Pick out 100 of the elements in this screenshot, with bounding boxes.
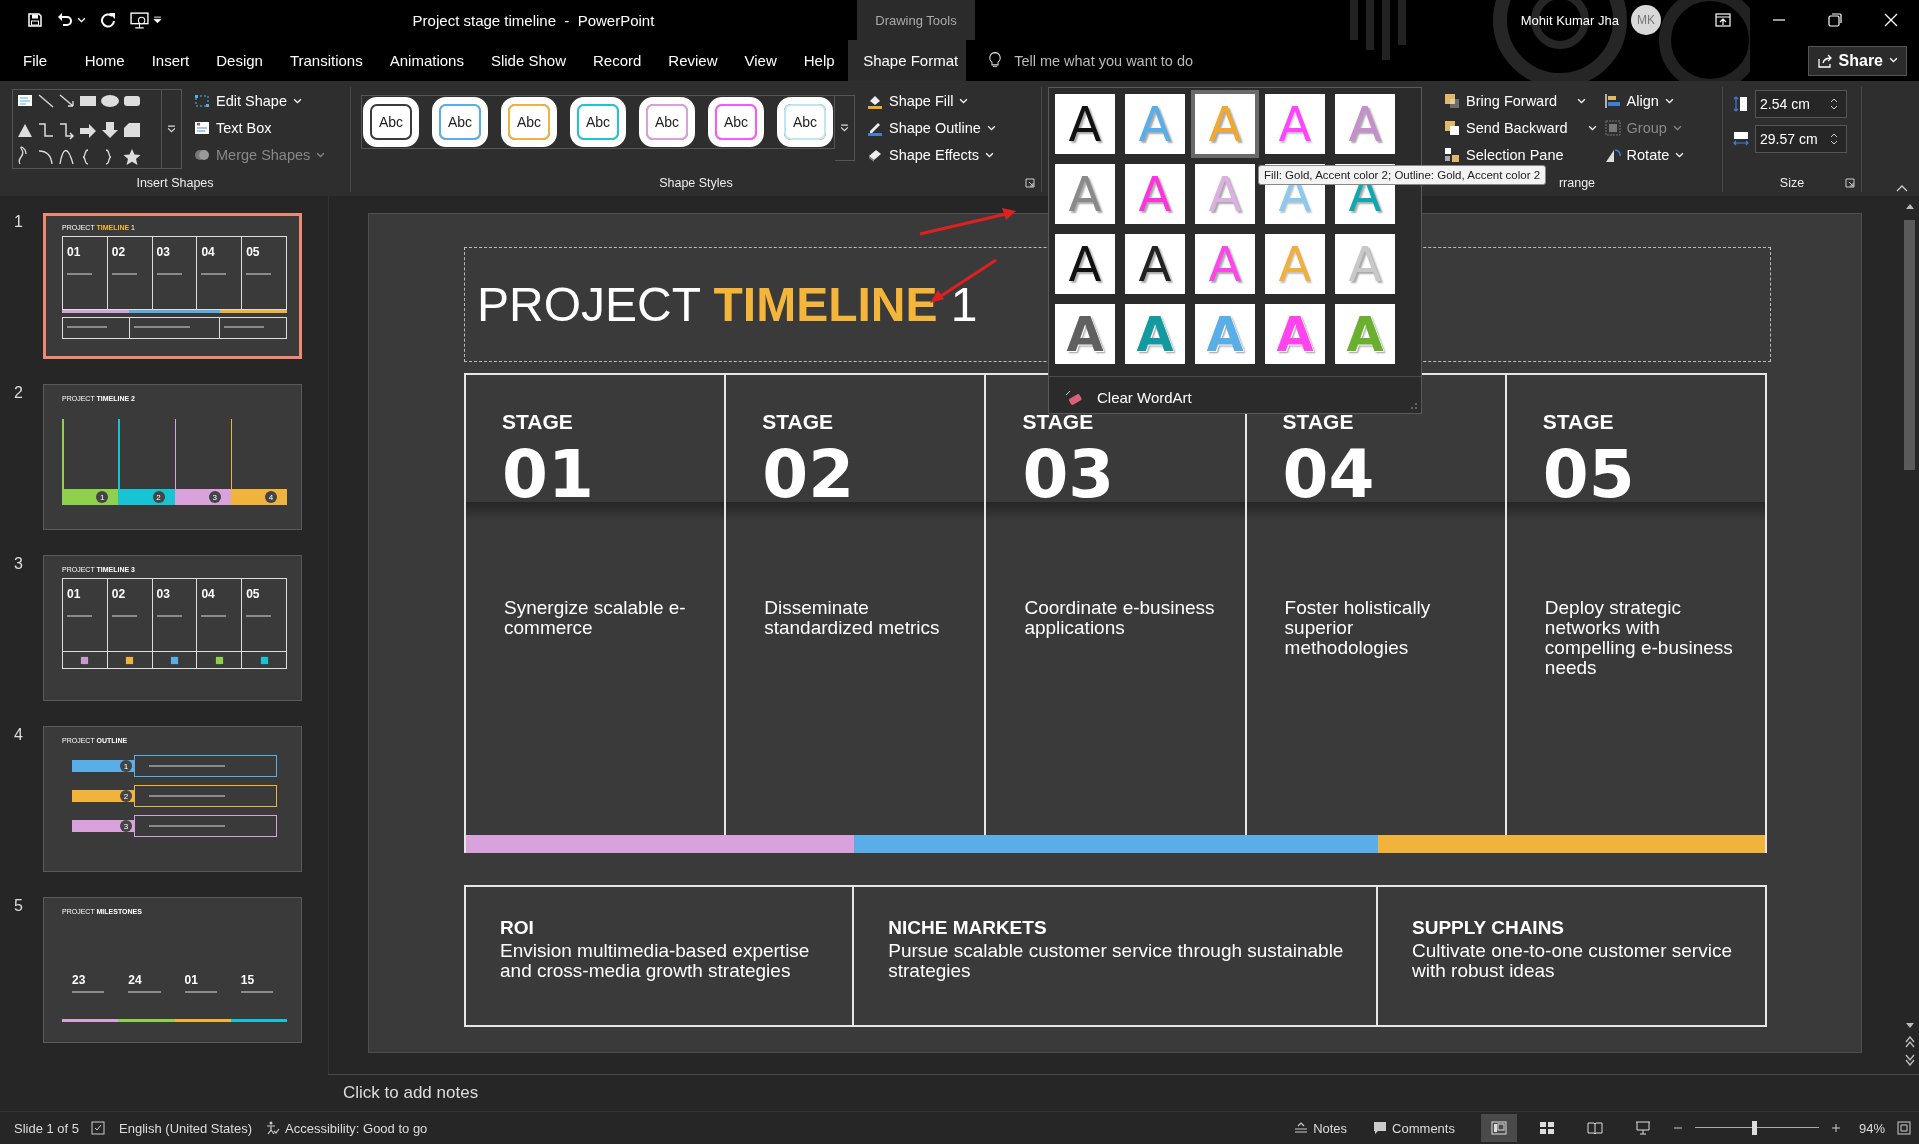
fit-to-window-icon[interactable] xyxy=(1897,1121,1911,1135)
caret-icon xyxy=(1577,96,1587,106)
ribbon-tab[interactable]: Review xyxy=(654,40,731,81)
view-button[interactable] xyxy=(1480,1114,1517,1142)
stage-number: 02 xyxy=(762,442,856,508)
spinner-arrows-icon xyxy=(1830,97,1838,111)
lightbulb-icon[interactable] xyxy=(988,51,1003,70)
dialog-launcher-icon[interactable] xyxy=(1025,178,1035,188)
accessibility-icon xyxy=(264,1120,280,1136)
caret-icon xyxy=(1889,56,1898,65)
height-field[interactable]: 2.54 cm xyxy=(1756,92,1830,116)
tell-me-search-field[interactable]: Tell me what you want to do xyxy=(1012,51,1317,70)
edit-points-icon xyxy=(194,93,210,109)
close-icon[interactable] xyxy=(1883,12,1899,28)
ribbon-command[interactable]: Send Backward xyxy=(1444,116,1597,140)
ribbon-tab[interactable]: Slide Show xyxy=(477,40,580,81)
stage-number: 04 xyxy=(201,245,216,259)
notes-icon xyxy=(1294,1121,1309,1135)
slide-title: PROJECT TIMELINE 1 xyxy=(477,277,978,332)
stage-number: 04 xyxy=(1282,442,1376,508)
pen-icon xyxy=(867,120,883,136)
more-icon xyxy=(167,124,176,134)
spelling-check-icon[interactable] xyxy=(91,1120,108,1136)
dialog-launcher-icon[interactable] xyxy=(1845,178,1855,188)
scroll-up-icon[interactable] xyxy=(1904,202,1915,210)
ribbon-command[interactable]: Align xyxy=(1604,89,1685,113)
ribbon-tab[interactable]: Transitions xyxy=(276,40,377,81)
zoom-slider[interactable] xyxy=(1694,1121,1819,1135)
ribbon-tab[interactable]: View xyxy=(731,40,791,81)
zoom-level[interactable]: 94% xyxy=(1858,1120,1885,1136)
slide-sorter-icon xyxy=(1538,1120,1555,1136)
accessibility-status[interactable]: Accessibility: Good to go xyxy=(264,1120,428,1136)
ribbon-tab[interactable]: Insert xyxy=(138,40,203,81)
user-name: Mohit Kumar Jha xyxy=(1520,12,1619,28)
redo-icon[interactable] xyxy=(100,12,116,28)
text-line xyxy=(67,273,93,275)
clear-wordart-button[interactable]: Clear WordArt xyxy=(1049,376,1421,407)
previous-slide-icon[interactable] xyxy=(1904,1036,1915,1048)
group-icon xyxy=(1604,120,1621,136)
ribbon-display-icon[interactable] xyxy=(1715,12,1731,28)
share-button[interactable]: Share xyxy=(1807,45,1907,76)
ribbon-tab[interactable]: Record xyxy=(579,40,655,81)
zoom-in-icon[interactable] xyxy=(1830,1123,1841,1133)
ribbon-tab[interactable]: Design xyxy=(202,40,277,81)
comments-button[interactable]: Comments xyxy=(1373,1120,1455,1136)
restore-icon[interactable] xyxy=(1827,12,1843,28)
width-spinner[interactable]: 29.57 cm xyxy=(1755,125,1847,153)
reading-view-icon xyxy=(1586,1120,1603,1136)
scroll-thumb[interactable] xyxy=(1904,220,1915,470)
next-slide-icon[interactable] xyxy=(1904,1054,1915,1066)
width-field[interactable]: 29.57 cm xyxy=(1756,127,1830,151)
caret-icon xyxy=(1664,96,1674,106)
stage-label: STAGE xyxy=(1022,410,1095,434)
stage-number: 01 xyxy=(67,245,82,259)
gallery-more-button[interactable] xyxy=(835,95,855,161)
text-line xyxy=(111,273,137,275)
stage-description: Coordinate e-business applications xyxy=(1024,598,1216,638)
slide-show-icon xyxy=(1634,1120,1651,1136)
ribbon-tab[interactable]: Animations xyxy=(376,40,478,81)
ribbon-command[interactable]: Edit Shape xyxy=(194,89,326,113)
ribbon-tab[interactable]: File xyxy=(0,40,72,81)
save-icon[interactable] xyxy=(27,12,43,28)
ribbon-command[interactable]: Rotate xyxy=(1604,143,1685,167)
ribbon-command[interactable]: Bring Forward xyxy=(1444,89,1597,113)
text-line xyxy=(156,615,182,617)
rotate-icon xyxy=(1604,147,1621,163)
text-line xyxy=(201,273,227,275)
stage-number: 05 xyxy=(246,587,261,601)
text-line xyxy=(201,615,227,617)
ribbon-command[interactable]: Text Box xyxy=(194,116,326,140)
ribbon-command[interactable]: Shape Outline xyxy=(867,116,996,140)
group-label: Shape Styles xyxy=(658,176,734,192)
ribbon-command[interactable]: Shape Effects xyxy=(867,143,996,167)
step-number: 1 xyxy=(96,491,109,503)
notes-button[interactable]: Notes xyxy=(1294,1120,1348,1136)
ribbon-command[interactable]: Selection Pane xyxy=(1444,143,1597,167)
caret-icon[interactable] xyxy=(77,15,86,25)
language-status[interactable]: English (United States) xyxy=(119,1120,252,1136)
stage-description: Synergize scalable e-commerce xyxy=(504,598,687,638)
stage-number: 05 xyxy=(246,245,261,259)
caret-icon xyxy=(1587,123,1597,133)
slide-number: 1 xyxy=(13,213,24,231)
customize-caret-icon[interactable] xyxy=(153,15,162,25)
shape-width-icon xyxy=(1733,131,1749,147)
summary-heading: ROI xyxy=(500,917,535,939)
scroll-down-icon[interactable] xyxy=(1904,1022,1915,1030)
ribbon-tab[interactable]: Help xyxy=(790,40,849,81)
stage-number: 03 xyxy=(1022,442,1116,508)
ribbon-tab[interactable]: Home xyxy=(71,40,139,81)
collapse-ribbon-icon[interactable] xyxy=(1896,184,1908,192)
step-number: 3 xyxy=(120,820,132,832)
presentation-icon[interactable] xyxy=(130,11,149,29)
shapes-gallery[interactable] xyxy=(12,89,162,169)
resize-grip-icon[interactable] xyxy=(1410,402,1418,410)
zoom-slider-thumb[interactable] xyxy=(1752,1121,1758,1135)
ribbon-tab[interactable]: Shape Format xyxy=(848,40,967,81)
slide-number: 2 xyxy=(13,384,24,402)
undo-icon[interactable] xyxy=(57,12,73,28)
height-spinner[interactable]: 2.54 cm xyxy=(1755,90,1847,118)
ribbon-command[interactable]: Shape Fill xyxy=(867,89,996,113)
